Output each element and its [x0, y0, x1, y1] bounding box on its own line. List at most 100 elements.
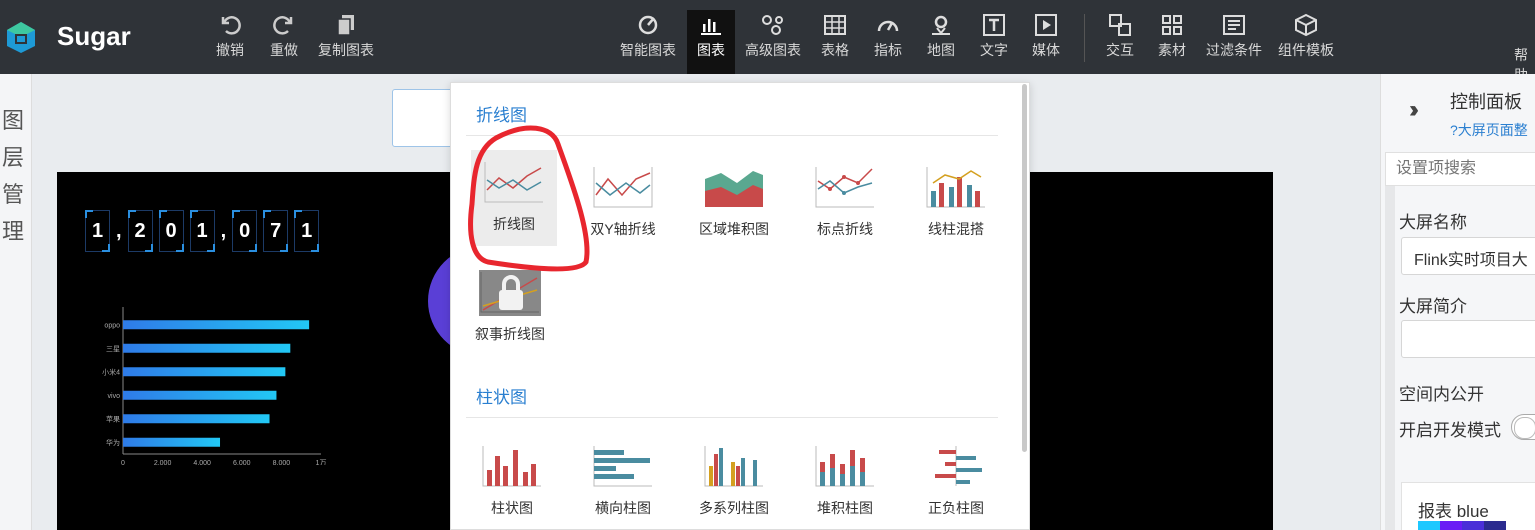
- color-swatch: [1440, 521, 1462, 530]
- material-label: 素材: [1158, 42, 1186, 58]
- filter-label: 过滤条件: [1206, 42, 1262, 58]
- text-button[interactable]: 文字: [980, 10, 1008, 60]
- dev-mode-label: 开启开发模式: [1399, 421, 1501, 440]
- bar-5[interactable]: [123, 437, 221, 447]
- dev-mode-toggle[interactable]: [1511, 414, 1535, 440]
- chart-option-positive-negative-bar[interactable]: 正负柱图: [913, 444, 999, 518]
- indicator-button[interactable]: 指标: [874, 10, 902, 60]
- theme-swatches: [1418, 521, 1506, 530]
- counter-digit: 1: [294, 210, 320, 252]
- public-in-space-label: 空间内公开: [1399, 385, 1484, 404]
- cube-icon: [1294, 10, 1318, 40]
- color-swatch: [1418, 521, 1440, 530]
- media-button[interactable]: 媒体: [1032, 10, 1060, 60]
- smart-chart-button[interactable]: 智能图表: [620, 10, 676, 60]
- bar-section-title: 柱状图: [476, 388, 527, 407]
- counter-digit: 2: [127, 210, 153, 252]
- horizontal-bar-chart[interactable]: oppo 三星小米4 vivo 苹果华为 0 2,000 4,000 6,000 8,000 1万: [95, 305, 335, 465]
- table-button[interactable]: 表格: [821, 10, 849, 60]
- chart-option-multi-series-bar[interactable]: 多系列柱图: [691, 444, 777, 518]
- stacked-area-icon: [703, 165, 765, 211]
- dropdown-scrollbar[interactable]: [1022, 84, 1027, 452]
- interaction-label: 交互: [1106, 42, 1134, 58]
- collapse-chevron-icon[interactable]: ››: [1409, 96, 1419, 124]
- screen-name-label: 大屏名称: [1399, 213, 1467, 232]
- theme-card[interactable]: 报表 blue: [1401, 482, 1535, 530]
- chart-option-label: 叙事折线图: [475, 326, 545, 342]
- undo-label: 撤销: [216, 42, 244, 58]
- counter-digit: 7: [263, 210, 289, 252]
- chart-option-stacked-bar[interactable]: 堆积柱图: [802, 444, 888, 518]
- smart-chart-icon: [637, 10, 659, 40]
- redo-button[interactable]: 重做: [270, 10, 298, 60]
- x-tick-label: 4,000: [193, 460, 211, 465]
- chart-option-label: 正负柱图: [928, 500, 984, 516]
- screen-name-input[interactable]: Flink实时项目大: [1401, 237, 1535, 275]
- bar-3[interactable]: [123, 390, 277, 400]
- x-tick-label: 1万: [316, 459, 327, 465]
- table-icon: [824, 10, 846, 40]
- table-label: 表格: [821, 42, 849, 58]
- line-bar-combo-icon: [925, 165, 987, 211]
- chart-option-marked-line[interactable]: 标点折线: [802, 165, 888, 239]
- line-section-title: 折线图: [476, 106, 527, 125]
- category-label: 三星: [106, 345, 120, 353]
- bar-1[interactable]: [123, 343, 291, 353]
- filter-icon: [1223, 10, 1245, 40]
- chart-button[interactable]: 图表: [687, 10, 735, 74]
- screen-desc-input[interactable]: [1401, 320, 1535, 358]
- x-tick-label: 6,000: [233, 460, 251, 465]
- component-template-button[interactable]: 组件模板: [1278, 10, 1334, 60]
- advanced-chart-icon: [761, 10, 785, 40]
- chart-option-label: 柱状图: [491, 500, 533, 516]
- control-panel-scrollbar[interactable]: [1385, 186, 1395, 530]
- layer-panel[interactable]: 图层管理: [0, 74, 32, 530]
- red-circle-annotation: [468, 125, 590, 272]
- layer-panel-label: 图层管理: [1, 108, 24, 244]
- chart-option-label: 双Y轴折线: [590, 221, 656, 237]
- dual-y-line-icon: [592, 165, 654, 211]
- bar-2[interactable]: [123, 367, 286, 377]
- chart-option-narrative-line[interactable]: 叙事折线图: [467, 270, 553, 344]
- bar-4[interactable]: [123, 414, 270, 424]
- chart-option-bar[interactable]: 柱状图: [469, 444, 555, 518]
- horizontal-bar-option-icon: [592, 444, 654, 490]
- filter-button[interactable]: 过滤条件: [1206, 10, 1262, 60]
- x-tick-label: 0: [121, 460, 125, 465]
- x-tick-label: 2,000: [154, 460, 172, 465]
- chart-option-label: 标点折线: [817, 221, 873, 237]
- indicator-label: 指标: [874, 42, 902, 58]
- number-counter[interactable]: 1,201,071: [85, 210, 325, 252]
- advanced-chart-label: 高级图表: [745, 42, 801, 58]
- narrative-line-icon: [479, 270, 541, 316]
- chart-option-label: 堆积柱图: [817, 500, 873, 516]
- category-label: oppo: [104, 322, 120, 329]
- chart-option-horizontal-bar[interactable]: 横向柱图: [580, 444, 666, 518]
- help-link-screen-page[interactable]: ?大屏页面整: [1450, 120, 1528, 140]
- map-label: 地图: [927, 42, 955, 58]
- chart-option-line-bar-combo[interactable]: 线柱混搭: [913, 165, 999, 239]
- control-panel: ›› 控制面板 ?大屏页面整 大屏名称 Flink实时项目大 大屏简介 空间内公…: [1380, 74, 1535, 530]
- text-icon: [983, 10, 1005, 40]
- stacked-bar-option-icon: [814, 444, 876, 490]
- bar-0[interactable]: [123, 320, 310, 330]
- advanced-chart-button[interactable]: 高级图表: [745, 10, 801, 60]
- section-divider: [466, 417, 998, 418]
- undo-icon: [218, 10, 242, 40]
- media-label: 媒体: [1032, 42, 1060, 58]
- chart-option-stacked-area[interactable]: 区域堆积图: [691, 165, 777, 239]
- copy-chart-label: 复制图表: [318, 42, 374, 58]
- map-button[interactable]: 地图: [927, 10, 955, 60]
- copy-chart-button[interactable]: 复制图表: [318, 10, 374, 60]
- category-label: 苹果: [106, 414, 120, 423]
- map-pin-icon: [930, 10, 952, 40]
- counter-digit: 0: [232, 210, 258, 252]
- control-panel-title: 控制面板: [1450, 92, 1522, 112]
- settings-search-input[interactable]: [1385, 152, 1535, 186]
- category-label: vivo: [108, 393, 121, 400]
- interaction-button[interactable]: 交互: [1106, 10, 1134, 60]
- undo-button[interactable]: 撤销: [216, 10, 244, 60]
- sugar-logo-icon: [7, 22, 35, 53]
- material-button[interactable]: 素材: [1158, 10, 1186, 60]
- smart-chart-label: 智能图表: [620, 42, 676, 58]
